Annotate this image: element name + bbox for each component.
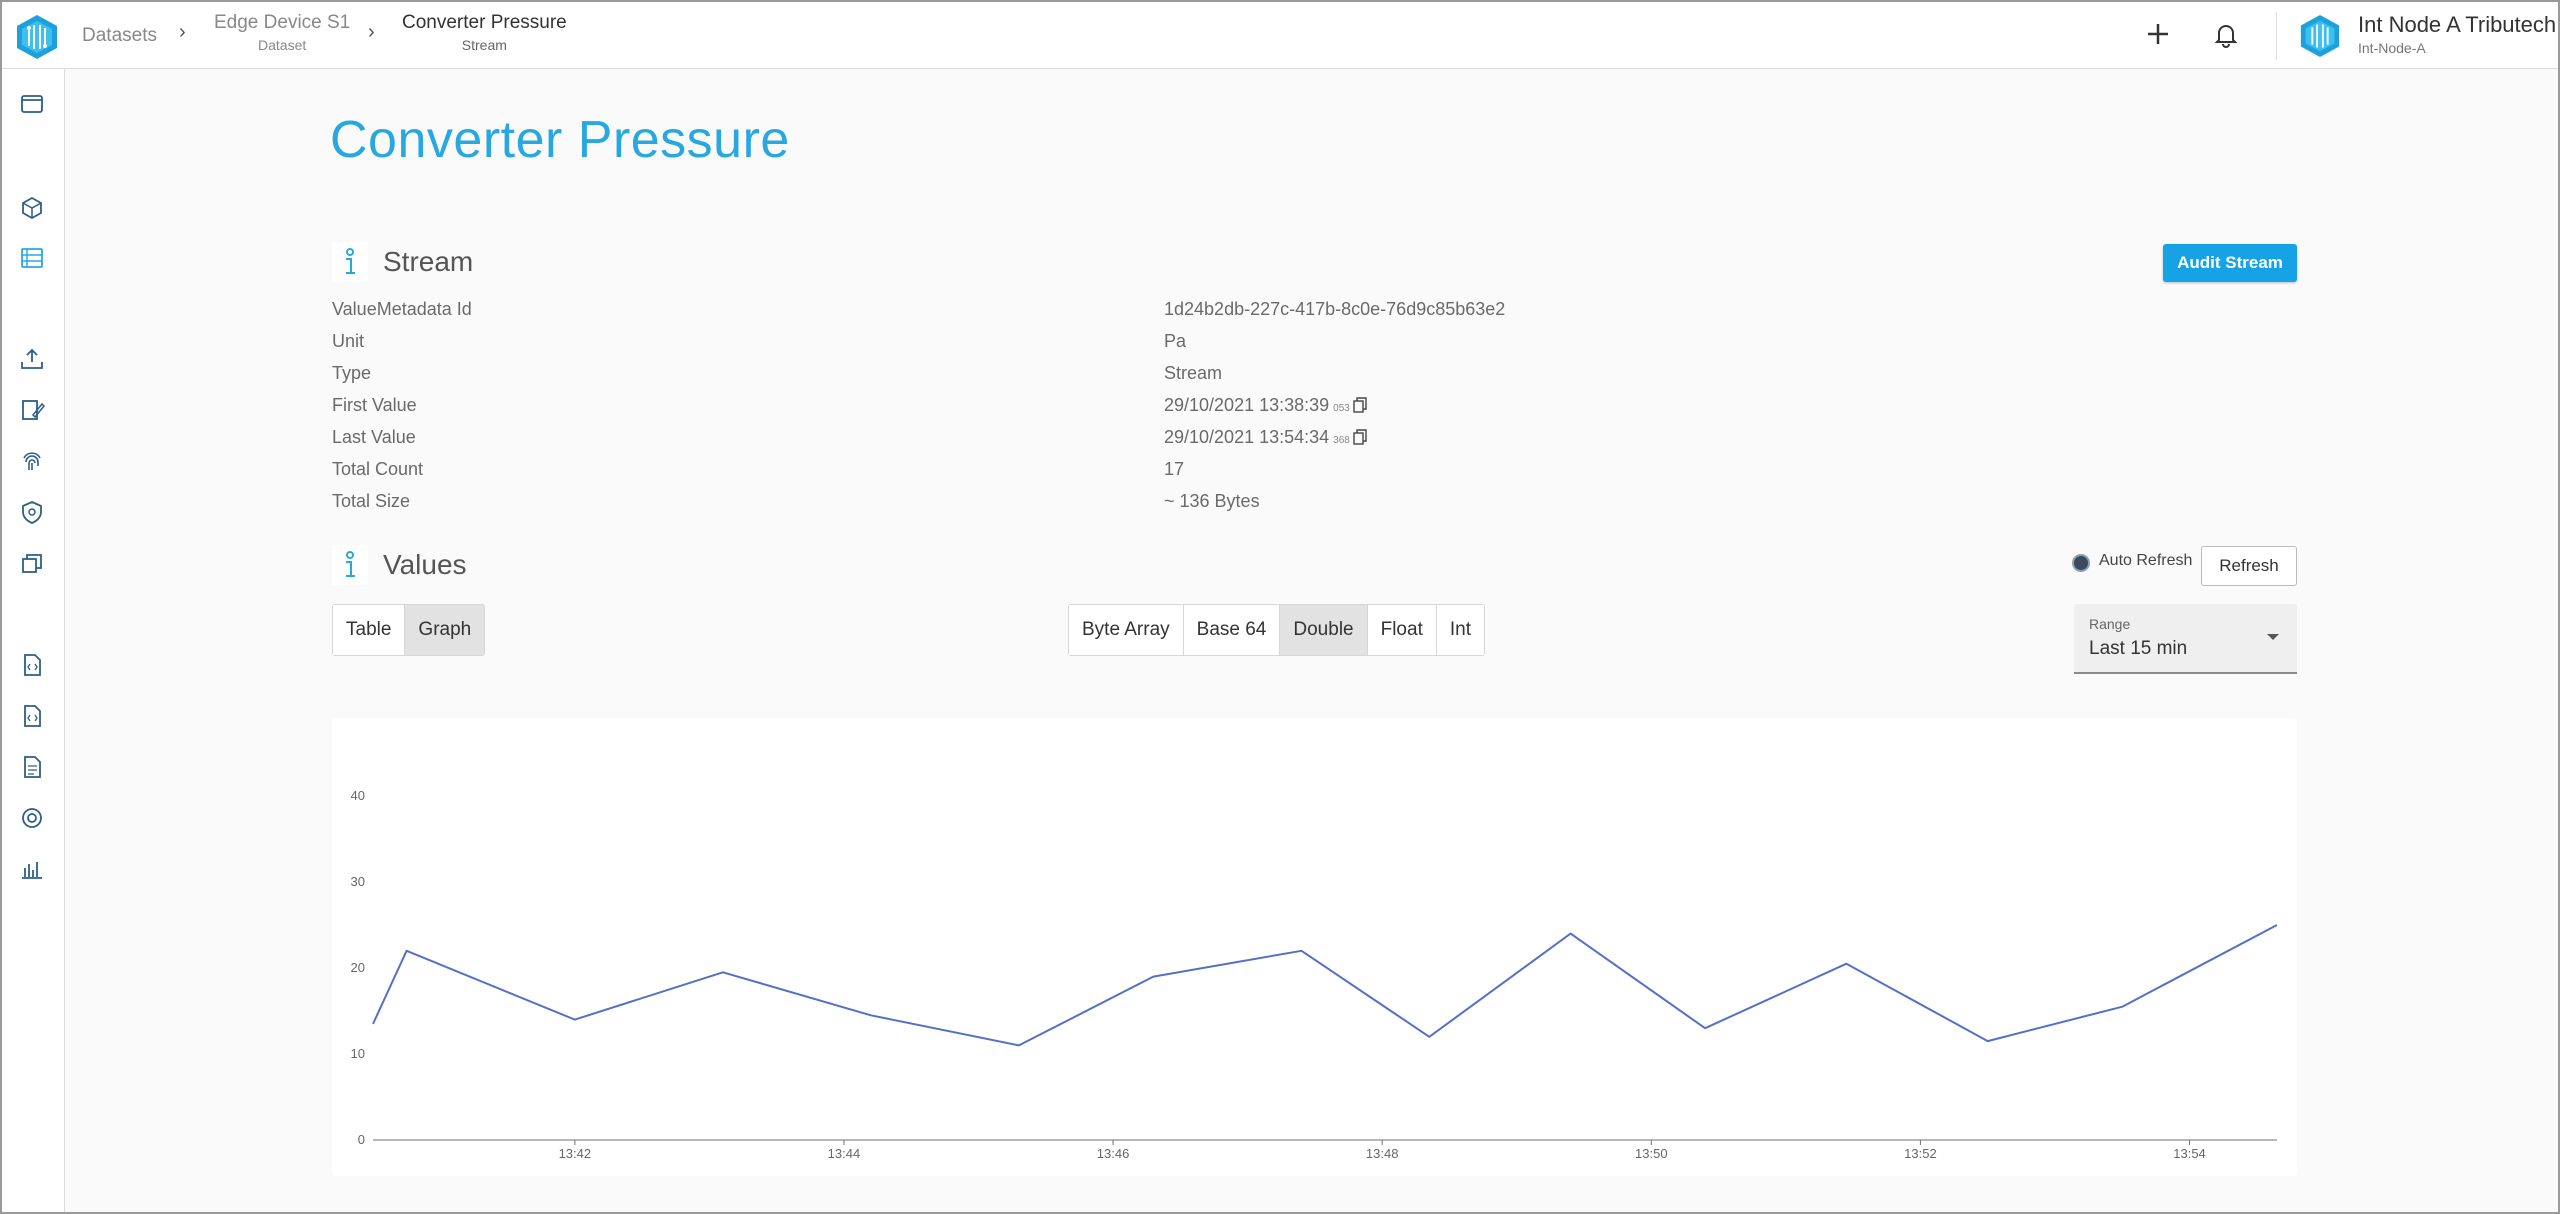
upload-icon[interactable]	[19, 346, 45, 372]
chevron-right-icon: ›	[368, 21, 375, 43]
y-tick-label: 40	[351, 788, 365, 803]
breadcrumb-stream: Converter Pressure Stream	[402, 12, 567, 53]
info-key: First Value	[332, 395, 417, 415]
format-toggle-group: Byte Array Base 64 Double Float Int	[1068, 604, 1485, 656]
info-value-wrap: 29/10/2021 13:54:34 368	[1164, 427, 1367, 448]
x-tick-label: 13:46	[1097, 1146, 1130, 1161]
info-row-total-count: Total Count 17	[332, 459, 1732, 485]
sidebar	[2, 69, 65, 1212]
topbar-divider	[2276, 12, 2277, 60]
y-tick-label: 0	[358, 1132, 365, 1147]
window-icon[interactable]	[19, 91, 45, 117]
breadcrumb-datasets[interactable]: Datasets	[82, 25, 157, 47]
info-row-unit: Unit Pa	[332, 331, 1732, 357]
view-toggle-group: Table Graph	[332, 604, 486, 656]
x-tick-label: 13:44	[828, 1146, 861, 1161]
format-float[interactable]: Float	[1367, 605, 1437, 655]
info-key: Last Value	[332, 427, 416, 447]
y-tick-label: 10	[351, 1046, 365, 1061]
bell-icon[interactable]	[2210, 18, 2242, 50]
support-icon[interactable]	[19, 805, 45, 831]
chevron-right-icon: ›	[179, 21, 186, 43]
range-value: Last 15 min	[2089, 638, 2188, 659]
datasets-icon[interactable]	[19, 245, 45, 271]
y-tick-label: 20	[351, 960, 365, 975]
fingerprint-icon[interactable]	[19, 448, 45, 474]
document-icon[interactable]	[19, 754, 45, 780]
info-icon	[332, 545, 368, 585]
info-row-metadata-id: ValueMetadata Id 1d24b2db-227c-417b-8c0e…	[332, 299, 1732, 325]
info-icon	[332, 242, 368, 282]
user-avatar[interactable]	[2298, 14, 2342, 58]
stream-section-header: Stream	[332, 242, 532, 282]
shield-icon[interactable]	[19, 499, 45, 525]
info-key: Unit	[332, 331, 365, 351]
format-double[interactable]: Double	[1280, 605, 1368, 655]
user-name[interactable]: Int Node A Tributech	[2358, 12, 2556, 38]
tab-graph[interactable]: Graph	[405, 605, 485, 655]
timestamp-ms: 053	[1333, 403, 1350, 414]
info-row-last-value: Last Value 29/10/2021 13:54:34 368	[332, 427, 1732, 453]
copy-icon[interactable]	[1353, 429, 1367, 445]
timestamp-ms: 368	[1333, 435, 1350, 446]
copy-stack-icon[interactable]	[19, 550, 45, 576]
radio-indicator[interactable]	[2072, 554, 2090, 572]
series-line	[372, 924, 2278, 1047]
auto-refresh-toggle[interactable]: Auto Refresh	[2072, 550, 2192, 574]
range-select[interactable]: Range Last 15 min	[2074, 604, 2297, 674]
line-chart: 0 10 20 30 40 13:42 13:44 13:46 13:48 13:50 13:52 1…	[351, 788, 2278, 1161]
format-byte-array[interactable]: Byte Array	[1069, 605, 1184, 655]
values-section-header: Values	[332, 545, 532, 585]
info-key: Total Size	[332, 491, 411, 511]
range-label: Range	[2089, 616, 2131, 632]
copy-icon[interactable]	[1353, 397, 1367, 413]
add-icon[interactable]	[2142, 18, 2174, 50]
format-int[interactable]: Int	[1436, 605, 1484, 655]
audit-stream-button[interactable]: Audit Stream	[2163, 244, 2297, 282]
page-title: Converter Pressure	[330, 111, 790, 169]
values-section-title: Values	[383, 549, 467, 580]
info-row-type: Type Stream	[332, 363, 1732, 389]
breadcrumb-dataset-label: Edge Device S1	[214, 12, 351, 33]
breadcrumb-stream-label: Converter Pressure	[402, 12, 567, 33]
stream-section-title: Stream	[383, 246, 474, 277]
top-bar: Datasets › Edge Device S1 Dataset › Conv…	[2, 2, 2558, 69]
info-value-wrap: 29/10/2021 13:38:39 053	[1164, 395, 1367, 416]
chevron-down-icon	[2267, 634, 2279, 640]
user-node-id: Int-Node-A	[2358, 40, 2426, 56]
tab-table[interactable]: Table	[333, 605, 406, 655]
x-tick-label: 13:52	[1904, 1146, 1937, 1161]
breadcrumb-dataset[interactable]: Edge Device S1 Dataset	[214, 12, 350, 53]
breadcrumb-stream-sub: Stream	[461, 37, 507, 53]
edit-document-icon[interactable]	[19, 397, 45, 423]
auto-refresh-label: Auto Refresh	[2099, 552, 2193, 569]
bar-chart-icon[interactable]	[19, 856, 45, 882]
x-tick-label: 13:48	[1366, 1146, 1399, 1161]
info-value: ~ 136 Bytes	[1164, 491, 1260, 511]
info-value: 17	[1164, 459, 1185, 479]
info-value: 1d24b2db-227c-417b-8c0e-76d9c85b63e2	[1164, 299, 1506, 319]
info-row-total-size: Total Size ~ 136 Bytes	[332, 491, 1732, 517]
cube-icon[interactable]	[19, 195, 45, 221]
x-tick-label: 13:54	[2173, 1146, 2206, 1161]
chart-card: 0 10 20 30 40 13:42 13:44 13:46 13:48 13:50 13:52 1…	[332, 718, 2297, 1176]
code-file-icon[interactable]	[19, 652, 45, 678]
x-tick-label: 13:50	[1635, 1146, 1668, 1161]
refresh-button[interactable]: Refresh	[2201, 546, 2297, 586]
app-logo-icon[interactable]	[14, 14, 60, 60]
info-value: Pa	[1164, 331, 1187, 351]
x-tick-label: 13:42	[559, 1146, 592, 1161]
info-value: 29/10/2021 13:38:39	[1164, 395, 1330, 415]
info-value: 29/10/2021 13:54:34	[1164, 427, 1330, 447]
code-file-icon[interactable]	[19, 703, 45, 729]
y-tick-label: 30	[351, 874, 365, 889]
info-key: Type	[332, 363, 372, 383]
info-key: ValueMetadata Id	[332, 299, 472, 319]
format-base64[interactable]: Base 64	[1183, 605, 1281, 655]
info-value: Stream	[1164, 363, 1223, 383]
info-key: Total Count	[332, 459, 424, 479]
breadcrumb-dataset-sub: Dataset	[258, 37, 307, 53]
info-row-first-value: First Value 29/10/2021 13:38:39 053	[332, 395, 1732, 421]
